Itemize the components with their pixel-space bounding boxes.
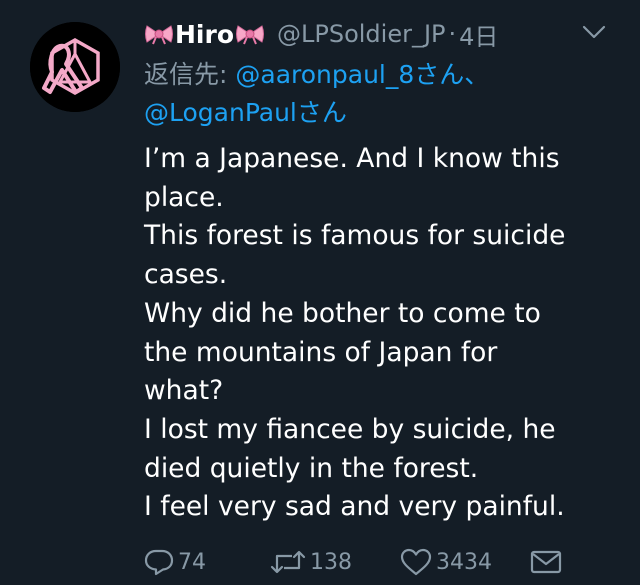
- tweet-text-line: This forest is famous for suicide: [144, 220, 566, 252]
- tweet-text-line: the mountains of Japan for: [144, 336, 498, 368]
- display-name[interactable]: Hiro: [175, 20, 234, 49]
- mention-link[interactable]: @LoganPaulさん: [144, 98, 347, 127]
- retweet-button[interactable]: 138: [270, 548, 400, 576]
- direct-message-button[interactable]: [530, 549, 562, 575]
- user-handle[interactable]: @LPSoldier_JP: [277, 20, 446, 48]
- heart-icon: [400, 548, 432, 576]
- tweet-text: I’m a Japanese. And I know this place. T…: [144, 140, 614, 527]
- envelope-icon: [530, 550, 562, 574]
- ribbon-bow-icon: [144, 23, 174, 45]
- tweet-timestamp[interactable]: 4日: [459, 17, 498, 52]
- tweet-text-line: what?: [144, 375, 224, 407]
- like-button[interactable]: 3434: [400, 548, 530, 576]
- reply-icon: [144, 549, 174, 576]
- tweet-text-line: I lost my fiancee by suicide, he: [144, 413, 556, 445]
- chevron-down-icon[interactable]: [580, 22, 608, 42]
- tweet-text-line: cases.: [144, 259, 228, 291]
- separator-dot: ·: [448, 20, 457, 48]
- tweet-text-line: died quietly in the forest.: [144, 452, 479, 484]
- avatar[interactable]: [30, 22, 120, 112]
- tweet-header: Hiro @LPSoldier_JP · 4日: [144, 14, 624, 54]
- avatar-logo-icon: [30, 22, 120, 112]
- tweet[interactable]: Hiro @LPSoldier_JP · 4日 返信先: @aaronpaul_…: [0, 0, 640, 585]
- tweet-text-line: I feel very sad and very painful.: [144, 491, 565, 523]
- tweet-text-line: I’m a Japanese. And I know this: [144, 143, 560, 174]
- retweet-count: 138: [310, 549, 352, 575]
- retweet-icon: [270, 550, 306, 574]
- reply-button[interactable]: 74: [144, 548, 270, 576]
- tweet-actions: 74 138 3434: [144, 542, 624, 582]
- reply-context: 返信先: @aaronpaul_8さん、 @LoganPaulさん: [144, 56, 624, 132]
- reply-prefix: 返信先:: [144, 60, 236, 89]
- like-count: 3434: [436, 549, 492, 575]
- tweet-text-line: place.: [144, 181, 224, 213]
- tweet-text-line: Why did he bother to come to: [144, 297, 541, 329]
- mention-link[interactable]: @aaronpaul_8さん、: [235, 60, 489, 89]
- reply-count: 74: [178, 549, 206, 575]
- ribbon-bow-icon: [235, 23, 265, 45]
